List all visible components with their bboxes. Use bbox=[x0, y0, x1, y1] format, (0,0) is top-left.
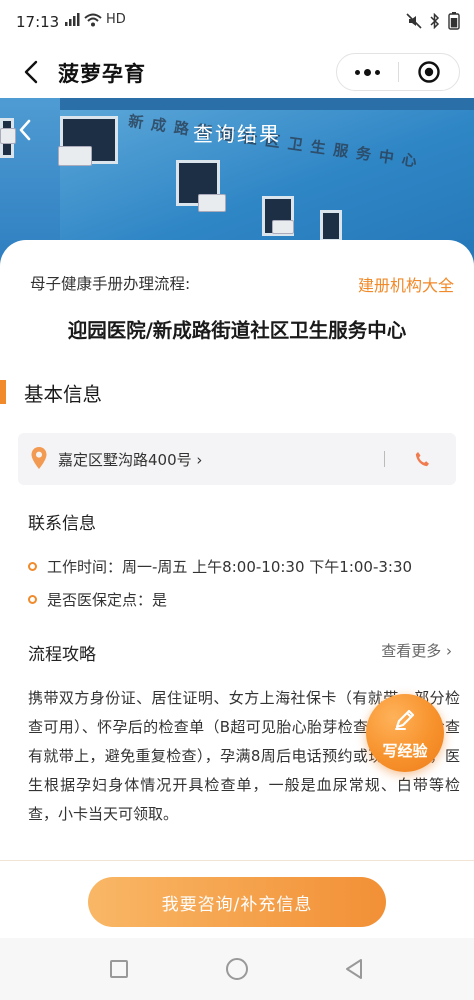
address-text[interactable]: 嘉定区墅沟路400号 › bbox=[58, 449, 202, 470]
process-label: 母子健康手册办理流程: bbox=[30, 275, 191, 293]
mini-program-capsule bbox=[336, 53, 460, 91]
battery-icon bbox=[448, 12, 460, 30]
guide-title: 流程攻略 bbox=[28, 645, 96, 665]
system-nav-bar bbox=[0, 938, 474, 1000]
section-title-basic-info: 基本信息 bbox=[24, 383, 103, 406]
more-icon bbox=[354, 69, 360, 75]
building-roof bbox=[60, 98, 474, 110]
nav-bar: 菠萝孕育 bbox=[0, 46, 474, 98]
status-right-icons bbox=[406, 12, 460, 30]
more-icon-dot bbox=[374, 69, 380, 75]
close-icon bbox=[418, 61, 440, 83]
bottom-bar: 我要咨询/补充信息 bbox=[0, 860, 474, 938]
write-experience-label: 写经验 bbox=[382, 742, 428, 760]
address-divider bbox=[384, 451, 385, 467]
home-icon[interactable] bbox=[226, 958, 248, 980]
network-type: HD bbox=[106, 12, 126, 27]
section-accent-bar bbox=[0, 380, 6, 404]
address-box[interactable]: 嘉定区墅沟路400号 › bbox=[18, 433, 456, 485]
medical-insurance-text: 是否医保定点：是 bbox=[47, 591, 168, 609]
air-conditioner bbox=[272, 220, 294, 234]
system-back-icon[interactable] bbox=[344, 958, 364, 980]
building-window bbox=[320, 210, 342, 242]
page-title: 菠萝孕育 bbox=[58, 62, 146, 86]
consult-button[interactable]: 我要咨询/补充信息 bbox=[88, 877, 386, 927]
mute-icon bbox=[406, 13, 422, 29]
location-pin-icon bbox=[31, 447, 47, 469]
write-experience-button[interactable]: 写经验 bbox=[366, 694, 444, 772]
wifi-icon bbox=[84, 13, 102, 26]
pen-icon bbox=[395, 709, 415, 730]
air-conditioner bbox=[58, 146, 92, 166]
hospital-name: 迎园医院/新成路街道社区卫生服务中心 bbox=[67, 319, 407, 342]
more-button[interactable] bbox=[337, 54, 398, 90]
medical-insurance-row: 是否医保定点：是 bbox=[28, 589, 167, 610]
view-more-link[interactable]: 查看更多 › bbox=[381, 640, 452, 661]
work-hours-text: 工作时间：周一-周五 上午8:00-10:30 下午1:00-3:30 bbox=[47, 558, 413, 576]
contact-info-title: 联系信息 bbox=[28, 514, 96, 534]
status-time: 17:13 bbox=[16, 13, 60, 31]
organization-list-link[interactable]: 建册机构大全 bbox=[358, 272, 454, 296]
more-icon-dot bbox=[363, 68, 371, 76]
back-icon bbox=[24, 60, 38, 84]
status-bar: 17:13 HD bbox=[0, 0, 474, 46]
work-hours-row: 工作时间：周一-周五 上午8:00-10:30 下午1:00-3:30 bbox=[28, 556, 412, 577]
bullet-icon bbox=[28, 595, 37, 604]
signal-icon bbox=[65, 12, 80, 26]
bullet-icon bbox=[28, 562, 37, 571]
air-conditioner bbox=[198, 194, 226, 212]
bluetooth-icon bbox=[430, 13, 440, 29]
result-title: 查询结果 bbox=[193, 122, 281, 146]
close-button[interactable] bbox=[398, 54, 459, 90]
status-left-icons: HD bbox=[64, 12, 126, 27]
phone-icon[interactable] bbox=[414, 450, 430, 468]
recent-apps-icon[interactable] bbox=[110, 960, 128, 978]
back-button[interactable] bbox=[14, 54, 48, 90]
